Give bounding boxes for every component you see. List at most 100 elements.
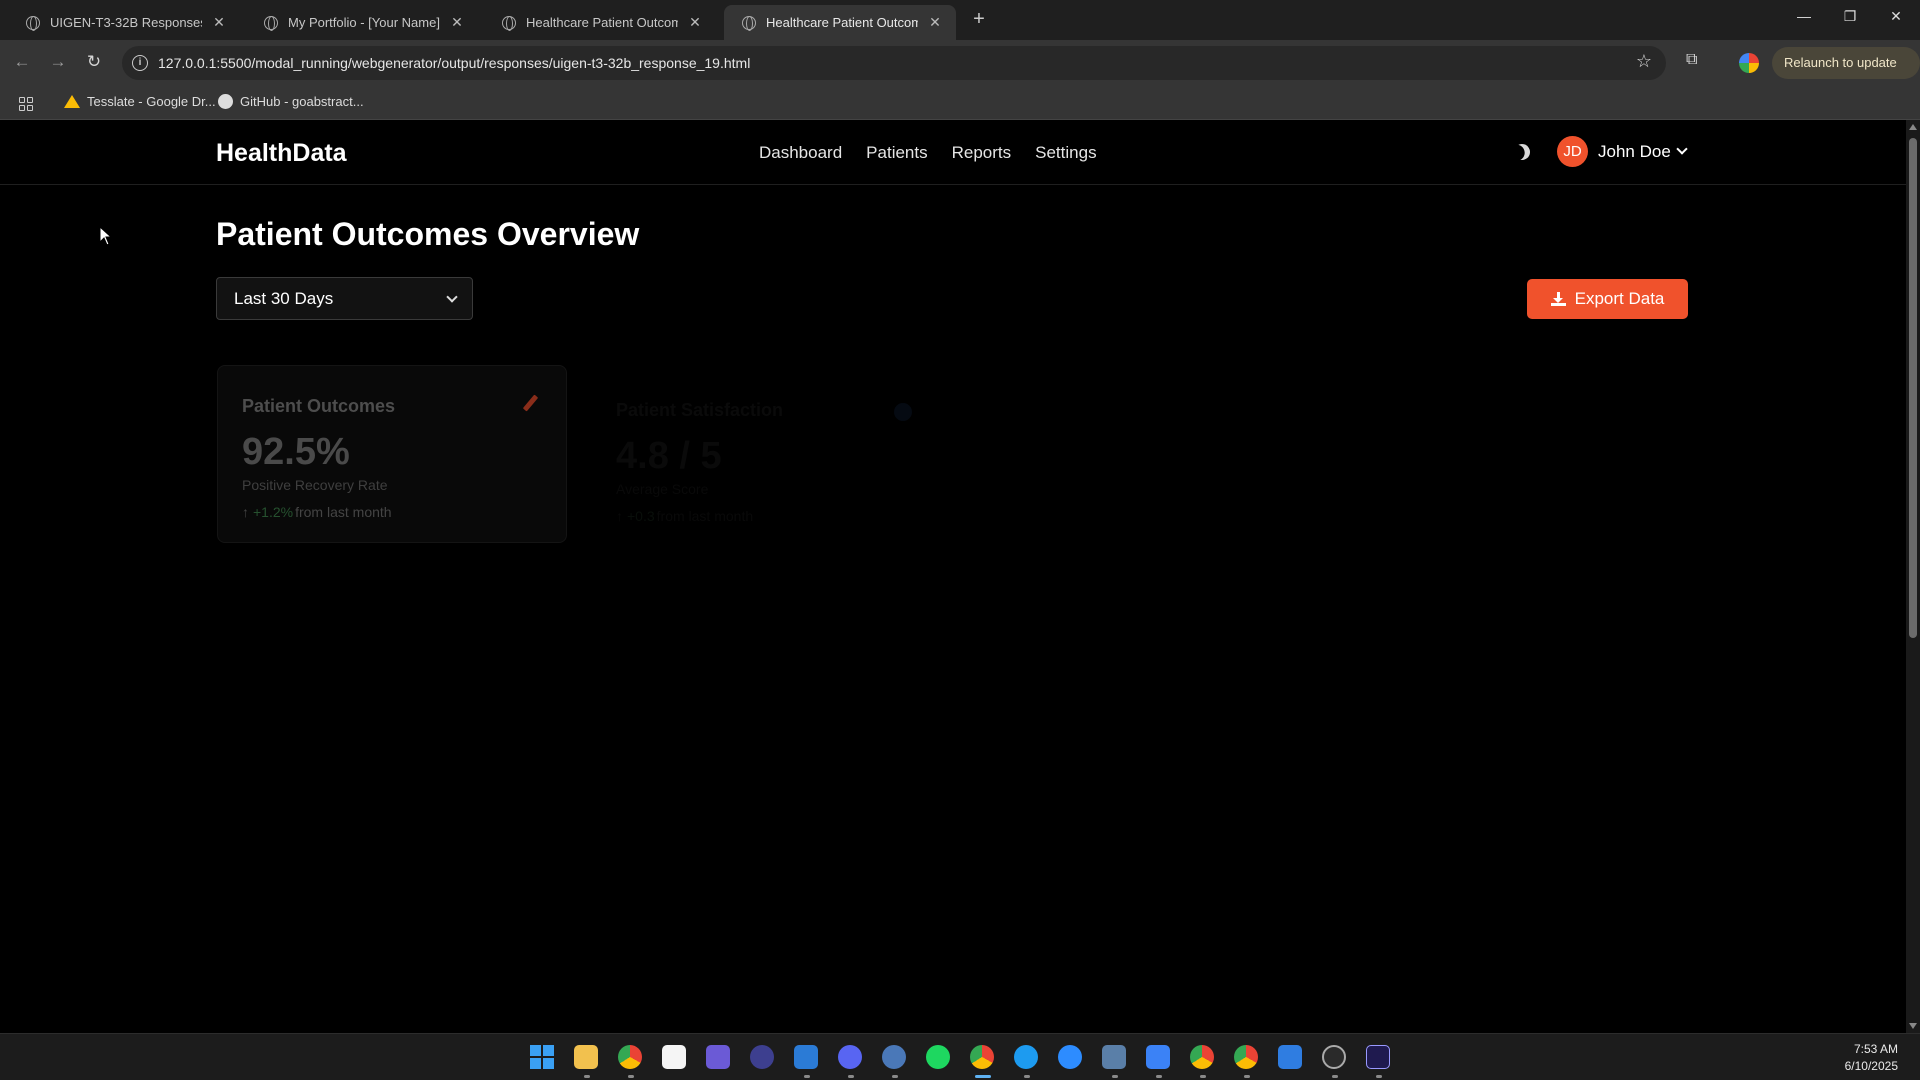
windows-taskbar: 7:53 AM 6/10/2025 [0, 1033, 1920, 1080]
date-range-value: Last 30 Days [234, 289, 334, 308]
running-indicator [804, 1075, 810, 1078]
chevron-down-icon [1676, 143, 1688, 155]
pen-icon [520, 394, 540, 414]
arrow-up-icon: ↑ [242, 504, 249, 520]
nav-reports[interactable]: Reports [952, 143, 1012, 163]
notes-app-icon[interactable] [706, 1045, 730, 1069]
nav-dashboard[interactable]: Dashboard [759, 143, 842, 163]
close-icon[interactable]: ✕ [210, 14, 228, 31]
running-indicator [1376, 1075, 1382, 1078]
globe-icon [502, 15, 516, 31]
page-title: Patient Outcomes Overview [216, 216, 640, 252]
relaunch-button[interactable]: Relaunch to update ⋮ [1772, 47, 1920, 102]
docker-icon[interactable] [1014, 1045, 1038, 1069]
chrome-icon[interactable] [618, 1045, 642, 1069]
google-drive-icon [64, 95, 80, 108]
minimize-button[interactable]: — [1784, 8, 1824, 24]
file-explorer-icon[interactable] [574, 1045, 598, 1069]
apps-grid-icon[interactable] [19, 97, 33, 111]
avatar[interactable]: JD [1557, 136, 1588, 167]
bookmark-tesslate[interactable]: Tesslate - Google Dr... [64, 94, 216, 109]
url-text[interactable]: 127.0.0.1:5500/modal_running/webgenerato… [158, 55, 750, 71]
trend-delta: +0.3 [627, 508, 655, 524]
card-value: 92.5% [242, 431, 350, 473]
new-tab-button[interactable]: + [968, 8, 990, 31]
vscode-icon[interactable] [794, 1045, 818, 1069]
browser-tab-active[interactable]: Healthcare Patient Outcomes D ✕ [724, 5, 956, 40]
close-icon[interactable]: ✕ [686, 14, 704, 31]
browser-app-icon[interactable] [750, 1045, 774, 1069]
brand-logo[interactable]: HealthData [216, 139, 347, 168]
spotify-icon[interactable] [926, 1045, 950, 1069]
security-shield-icon[interactable] [1278, 1045, 1302, 1069]
relaunch-label: Relaunch to update [1784, 55, 1897, 70]
bookmark-label: Tesslate - Google Dr... [87, 94, 216, 109]
close-icon[interactable]: ✕ [926, 14, 944, 31]
clock-date: 6/10/2025 [1844, 1059, 1898, 1073]
site-header: HealthData Dashboard Patients Reports Se… [0, 120, 1906, 185]
export-data-button[interactable]: Export Data [1527, 279, 1688, 319]
running-indicator [1112, 1075, 1118, 1078]
scroll-up-arrow-icon[interactable] [1909, 124, 1917, 130]
back-button[interactable]: ← [10, 52, 34, 72]
maximize-button[interactable]: ❐ [1830, 8, 1870, 25]
dark-mode-moon-icon[interactable] [1511, 141, 1533, 163]
scroll-down-arrow-icon[interactable] [1909, 1023, 1917, 1029]
system-clock[interactable]: 7:53 AM 6/10/2025 [1845, 1041, 1898, 1075]
forward-button[interactable]: → [46, 52, 70, 72]
page-scrollbar[interactable] [1906, 120, 1920, 1033]
metric-card-patient-outcomes: Patient Outcomes 92.5% Positive Recovery… [217, 365, 567, 543]
discord-icon[interactable] [838, 1045, 862, 1069]
bookmark-star-icon[interactable]: ☆ [1636, 51, 1652, 72]
running-indicator [1244, 1075, 1250, 1078]
trend-text: from last month [295, 504, 392, 520]
smile-icon [894, 403, 912, 421]
notepad-icon[interactable] [1146, 1045, 1170, 1069]
reload-button[interactable]: ↻ [82, 52, 106, 72]
browser-tab[interactable]: My Portfolio - [Your Name] ✕ [246, 5, 478, 40]
ollama-icon[interactable] [662, 1045, 686, 1069]
nav-patients[interactable]: Patients [866, 143, 927, 163]
chrome-profile-icon[interactable] [1739, 53, 1759, 73]
browser-tab[interactable]: UIGEN-T3-32B Responses - UIG ✕ [8, 5, 240, 40]
bookmarks-bar: Tesslate - Google Dr... GitHub - goabstr… [0, 86, 1920, 120]
card-title: Patient Outcomes [242, 396, 396, 416]
trend-delta: +1.2% [253, 504, 294, 520]
trend-text: from last month [656, 508, 754, 524]
chrome-active-icon[interactable] [970, 1045, 994, 1069]
globe-icon [26, 15, 40, 31]
nav-settings[interactable]: Settings [1035, 143, 1096, 163]
metric-card-patient-satisfaction: Patient Satisfaction 4.8 / 5 Average Sco… [592, 370, 942, 548]
cast-icon[interactable]: ⧉ [1686, 51, 1697, 69]
scrollbar-thumb[interactable] [1909, 138, 1917, 638]
window-close-button[interactable]: ✕ [1876, 8, 1916, 25]
tab-title: Healthcare Patient Outcomes D [526, 15, 678, 30]
bookmark-github[interactable]: GitHub - goabstract... [218, 94, 364, 109]
tab-title: Healthcare Patient Outcomes D [766, 15, 918, 30]
card-trend: ↑ +0.3 from last month [616, 508, 753, 524]
browser-toolbar: ← → ↻ i 127.0.0.1:5500/modal_running/web… [0, 40, 1920, 102]
user-menu[interactable]: JD John Doe [1557, 136, 1688, 167]
bookmark-label: GitHub - goabstract... [240, 94, 364, 109]
date-range-select[interactable]: Last 30 Days [216, 277, 473, 320]
address-bar[interactable]: i 127.0.0.1:5500/modal_running/webgenera… [122, 46, 1666, 80]
qbittorrent-icon[interactable] [882, 1045, 906, 1069]
web-page: HealthData Dashboard Patients Reports Se… [0, 120, 1906, 1033]
close-icon[interactable]: ✕ [448, 14, 466, 31]
site-info-icon[interactable]: i [132, 55, 148, 71]
running-indicator-active [975, 1075, 991, 1078]
browser-tab[interactable]: Healthcare Patient Outcomes D ✕ [484, 5, 716, 40]
running-indicator [1200, 1075, 1206, 1078]
running-indicator [892, 1075, 898, 1078]
download-icon [1550, 292, 1566, 306]
after-effects-icon[interactable] [1366, 1045, 1390, 1069]
card-title: Patient Satisfaction [616, 400, 784, 420]
zoom-icon[interactable] [1058, 1045, 1082, 1069]
obs-icon[interactable] [1322, 1045, 1346, 1069]
chrome-profile-3-icon[interactable] [1234, 1045, 1258, 1069]
running-indicator [1156, 1075, 1162, 1078]
chrome-profile-2-icon[interactable] [1190, 1045, 1214, 1069]
windows-start-icon[interactable] [530, 1045, 554, 1069]
image-viewer-icon[interactable] [1102, 1045, 1126, 1069]
browser-tab-strip: UIGEN-T3-32B Responses - UIG ✕ My Portfo… [0, 0, 1920, 40]
